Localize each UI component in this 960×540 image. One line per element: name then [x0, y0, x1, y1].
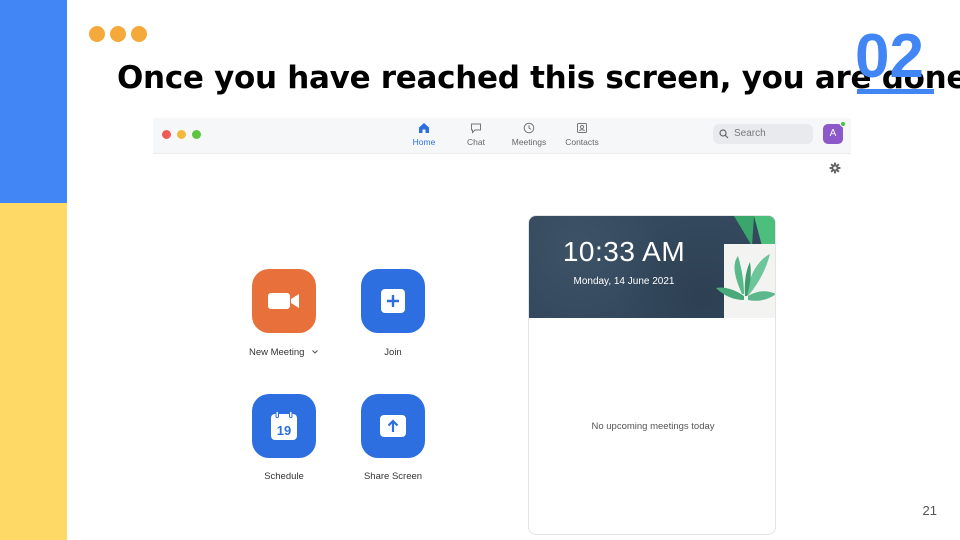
contacts-icon — [577, 123, 587, 133]
video-camera-icon — [268, 293, 299, 309]
plant-illustration — [716, 216, 775, 318]
schedule-button[interactable]: 19 — [252, 394, 316, 458]
join-label: Join — [384, 347, 402, 358]
tab-chat[interactable]: Chat — [451, 122, 501, 147]
plus-icon — [381, 289, 405, 313]
home-icon — [419, 123, 429, 133]
calendar-day: 19 — [277, 423, 291, 438]
dot — [89, 26, 105, 42]
tab-meetings-label: Meetings — [511, 137, 547, 147]
upcoming-meetings-card: 10:33 AM Monday, 14 June 2021 No upcomin… — [528, 215, 776, 535]
tab-home[interactable]: Home — [399, 122, 449, 147]
calendar-icon: 19 — [271, 411, 297, 440]
current-time: 10:33 AM — [562, 236, 686, 267]
search-placeholder: Search — [734, 128, 766, 139]
decorative-dots — [89, 26, 147, 42]
zoom-window: Home Chat Meetings Contacts Search A New… — [153, 118, 851, 540]
window-maximize-button[interactable] — [192, 130, 201, 139]
window-minimize-button[interactable] — [177, 130, 186, 139]
tab-meetings[interactable]: Meetings — [504, 122, 554, 147]
upload-arrow-icon — [380, 415, 406, 437]
search-icon — [719, 129, 729, 139]
new-meeting-text: New Meeting — [248, 347, 305, 358]
online-status-dot — [840, 121, 846, 127]
left-yellow-bar — [0, 203, 67, 540]
slide-title: Once you have reached this screen, you a… — [117, 60, 960, 96]
empty-state-message: No upcoming meetings today — [591, 421, 715, 432]
zoom-top-bar: Home Chat Meetings Contacts Search A — [153, 118, 851, 154]
new-meeting-button[interactable] — [252, 269, 316, 333]
dot — [131, 26, 147, 42]
page-number: 21 — [922, 503, 937, 518]
chat-icon — [471, 123, 481, 134]
chevron-down-icon[interactable] — [311, 349, 319, 355]
new-meeting-label: New Meeting — [224, 347, 344, 358]
share-screen-button[interactable] — [361, 394, 425, 458]
section-number-underline — [857, 89, 934, 94]
dot — [110, 26, 126, 42]
schedule-label: Schedule — [264, 471, 304, 482]
tab-contacts-label: Contacts — [565, 137, 599, 147]
clock-icon — [523, 122, 535, 134]
current-date: Monday, 14 June 2021 — [573, 276, 675, 287]
card-header: 10:33 AM Monday, 14 June 2021 — [529, 216, 775, 318]
avatar[interactable]: A — [823, 124, 843, 144]
gear-icon[interactable] — [829, 162, 841, 174]
tab-chat-label: Chat — [467, 137, 485, 147]
left-blue-bar — [0, 0, 67, 203]
tab-contacts[interactable]: Contacts — [557, 122, 607, 147]
search-input[interactable]: Search — [713, 124, 813, 144]
slide-section-number: 02 — [855, 22, 924, 91]
share-screen-label: Share Screen — [363, 471, 423, 482]
window-close-button[interactable] — [162, 130, 171, 139]
tab-home-label: Home — [412, 137, 436, 147]
join-button[interactable] — [361, 269, 425, 333]
